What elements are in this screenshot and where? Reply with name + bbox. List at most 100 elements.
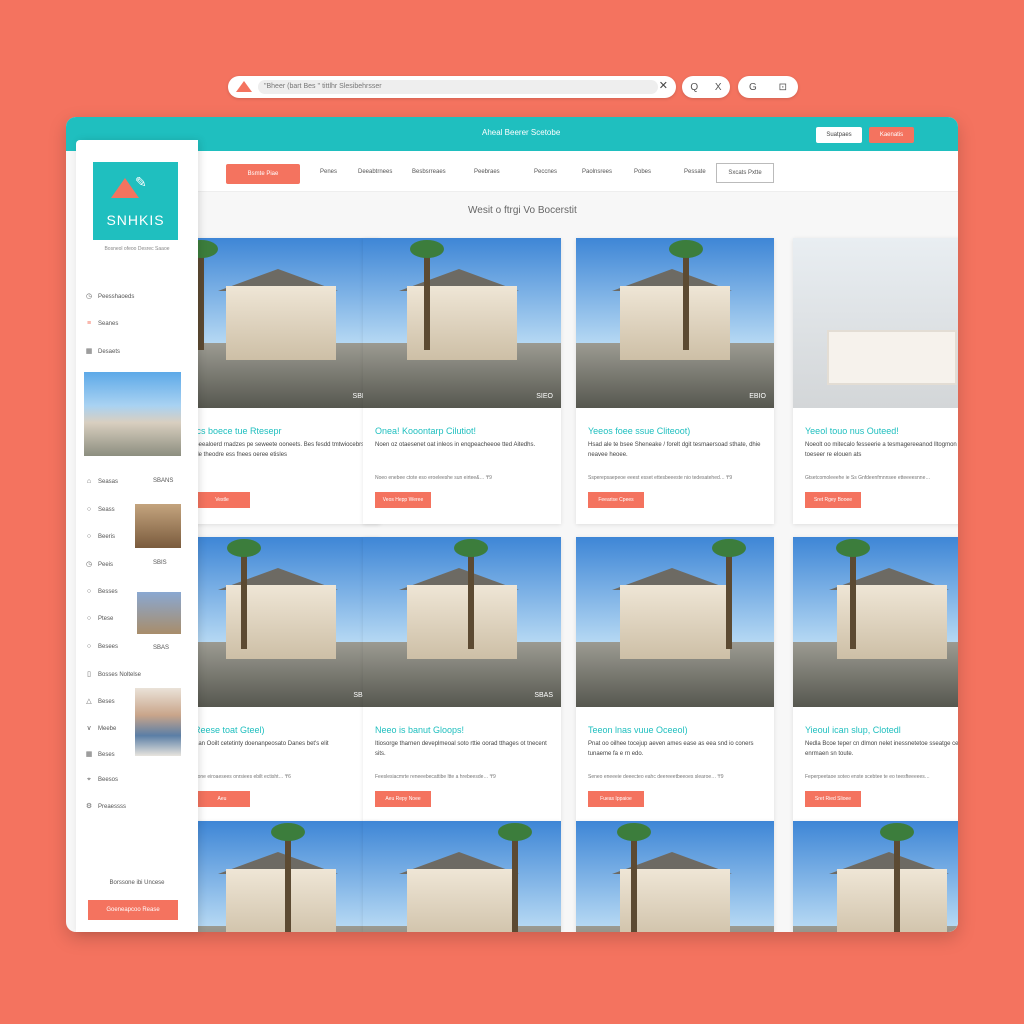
- house-shape: [619, 285, 731, 361]
- listing-description: Pnat oo oilhee tocejup aeven ames ease a…: [588, 741, 754, 757]
- nav-item[interactable]: Peebraes: [474, 169, 500, 175]
- listing-title[interactable]: Reese toat Gteel): [194, 725, 265, 735]
- sidebar-value: SBAS: [153, 645, 170, 651]
- nav-item[interactable]: Pobes: [634, 169, 651, 175]
- sidebar-item[interactable]: ○ Seass: [84, 506, 115, 513]
- featured-house-image[interactable]: [84, 372, 181, 456]
- nav-outline-button[interactable]: Sxcats Pxtte: [716, 163, 774, 183]
- top-secondary-button[interactable]: Suatpaes: [816, 127, 862, 143]
- sidebar-item[interactable]: ▯ Bosses Noltelse: [84, 670, 141, 678]
- listing-title[interactable]: Yeeos foee ssue Cliteoot): [588, 426, 690, 436]
- circle-icon: ○: [86, 533, 92, 540]
- sidebar-cta-button[interactable]: Goeneapcoo Rease: [88, 900, 178, 920]
- listing-card[interactable]: SBBSReese toat Gteel)Nan Ooilt cetetinty…: [182, 537, 380, 823]
- house-shape: [836, 868, 948, 932]
- nav-item[interactable]: Deeabtrnees: [358, 169, 392, 175]
- sidebar-item[interactable]: △ Beses: [84, 697, 114, 705]
- close-icon[interactable]: X: [715, 82, 722, 93]
- palm-tree-shape: [270, 823, 305, 932]
- listing-card[interactable]: SIEO Onea! Kooontarp Cilutiot! Noen oz ota…: [363, 238, 561, 524]
- listing-photo[interactable]: [182, 238, 380, 408]
- listing-title[interactable]: Ics boece tue Rtesepr: [194, 426, 282, 436]
- top-primary-button[interactable]: Kaenatis: [869, 127, 914, 143]
- listing-photo[interactable]: [363, 537, 561, 707]
- window-icon[interactable]: ⊡: [779, 82, 787, 93]
- circle-icon: ○: [86, 506, 92, 513]
- nav-item[interactable]: Pessate: [684, 169, 706, 175]
- url-text[interactable]: "Bheer (bart Bes '' tittlhr Slesibehrsse…: [258, 80, 658, 94]
- listing-card[interactable]: [576, 821, 774, 932]
- listing-button[interactable]: Fueas Ippaioe: [588, 791, 644, 807]
- listing-card[interactable]: EBIO Yeeos foee ssue Cliteoot) Hsad ale te…: [576, 238, 774, 524]
- listing-photo[interactable]: [182, 537, 380, 707]
- listing-button[interactable]: Veos Hepp Weree: [375, 492, 431, 508]
- nav-item[interactable]: Paolnsrees: [582, 169, 612, 175]
- palm-tree-shape: [497, 823, 532, 932]
- listing-title[interactable]: Yeeol touo nus Outeed!: [805, 426, 899, 436]
- close-icon[interactable]: ✕: [659, 79, 668, 92]
- sidebar-item[interactable]: ≡ Seanes: [84, 320, 118, 327]
- agent-photo[interactable]: [135, 688, 181, 756]
- sidebar: ✎ SNHKIS Bosneol ofeoo Desrec Saaoe ◷ Pee…: [76, 140, 198, 932]
- listing-photo[interactable]: [793, 238, 958, 408]
- listing-photo[interactable]: [363, 238, 561, 408]
- sidebar-item[interactable]: ∨ Meebe: [84, 724, 116, 732]
- listing-description: Hsad ale te bsee Sheneake / forelt dgit …: [588, 442, 761, 458]
- listing-card[interactable]: Teeon lnas vuue Oceeol) Pnat oo oilhee to…: [576, 537, 774, 823]
- sidebar-item[interactable]: ○ Beeris: [84, 533, 115, 540]
- actions-pill[interactable]: G ⊡: [738, 76, 798, 98]
- brand-logo[interactable]: ✎ SNHKIS: [93, 162, 178, 240]
- tag-icon: ⌖: [87, 776, 91, 783]
- listing-photo[interactable]: [793, 537, 958, 707]
- listing-card[interactable]: SBAS Neeo is banut Gloops! Itiosorge tharn…: [363, 537, 561, 823]
- listing-card[interactable]: Yeeol touo nus Outeed! Noeolt oo mitecalo…: [793, 238, 958, 524]
- listing-button[interactable]: Sret Ried Slioee: [805, 791, 861, 807]
- listing-card[interactable]: Yieoul ican slup, Clotedl Nedla Bcoe tepe…: [793, 537, 958, 823]
- sidebar-item[interactable]: ⚙ Preaessss: [84, 802, 126, 810]
- listing-card[interactable]: [363, 821, 561, 932]
- listing-button[interactable]: Aeu: [194, 791, 250, 807]
- listing-button[interactable]: Sret Rgey Booee: [805, 492, 861, 508]
- search-pill[interactable]: Q X: [682, 76, 730, 98]
- refresh-icon[interactable]: G: [749, 82, 757, 93]
- sidebar-item[interactable]: ▦ Desaets: [84, 347, 120, 355]
- listing-photo[interactable]: [576, 821, 774, 932]
- listing-description: Noen oz otaesenet oat inleos in enqpeach…: [375, 442, 536, 448]
- sidebar-item[interactable]: ○ Besees: [84, 643, 118, 650]
- listing-button[interactable]: Aeu Repy Noee: [375, 791, 431, 807]
- listing-button[interactable]: Vestle: [194, 492, 250, 508]
- listing-photo[interactable]: [793, 821, 958, 932]
- sidebar-item[interactable]: ○ Besses: [84, 588, 118, 595]
- sidebar-item[interactable]: ▦ Beses: [84, 750, 115, 758]
- listing-photo[interactable]: [363, 821, 561, 932]
- room-thumbnail[interactable]: [137, 592, 181, 634]
- listing-card[interactable]: [182, 821, 380, 932]
- listing-button[interactable]: Feearise Cpees: [588, 492, 644, 508]
- nav-primary-button[interactable]: Bsmte Piae: [226, 164, 300, 184]
- listing-photo[interactable]: [182, 821, 380, 932]
- triangle-icon: △: [86, 698, 92, 705]
- listing-photo[interactable]: [576, 238, 774, 408]
- sidebar-item[interactable]: ⌂ Seasas: [84, 478, 118, 485]
- sidebar-item[interactable]: ○ Ptese: [84, 615, 113, 622]
- search-icon[interactable]: Q: [690, 82, 698, 93]
- address-bar[interactable]: "Bheer (bart Bes '' tittlhr Slesibehrsse…: [228, 76, 676, 98]
- palm-tree-shape: [410, 240, 445, 351]
- listing-photo[interactable]: [576, 537, 774, 707]
- interior-thumbnail[interactable]: [135, 504, 181, 548]
- bed-shape: [828, 331, 956, 383]
- nav-item[interactable]: Peccnes: [534, 169, 557, 175]
- listing-title[interactable]: Onea! Kooontarp Cilutiot!: [375, 426, 476, 436]
- sidebar-item[interactable]: ◷ Peesshaoeds: [84, 292, 134, 300]
- sidebar-item[interactable]: ⌖ Beesos: [84, 776, 118, 784]
- listing-card[interactable]: SBBOIcs boece tue RteseprGeealoerd rnadz…: [182, 238, 380, 524]
- sidebar-item[interactable]: ◷ Peeis: [84, 560, 113, 568]
- circle-icon: ○: [86, 643, 92, 650]
- listing-title[interactable]: Neeo is banut Gloops!: [375, 725, 464, 735]
- nav-item[interactable]: Besbsrreaes: [412, 169, 446, 175]
- listing-title[interactable]: Yieoul ican slup, Clotedl: [805, 725, 901, 735]
- nav-item[interactable]: Penes: [320, 169, 337, 175]
- brand-tagline: Bosneol ofeoo Desrec Saaoe: [104, 246, 170, 252]
- listing-title[interactable]: Teeon lnas vuue Oceeol): [588, 725, 688, 735]
- listing-card[interactable]: [793, 821, 958, 932]
